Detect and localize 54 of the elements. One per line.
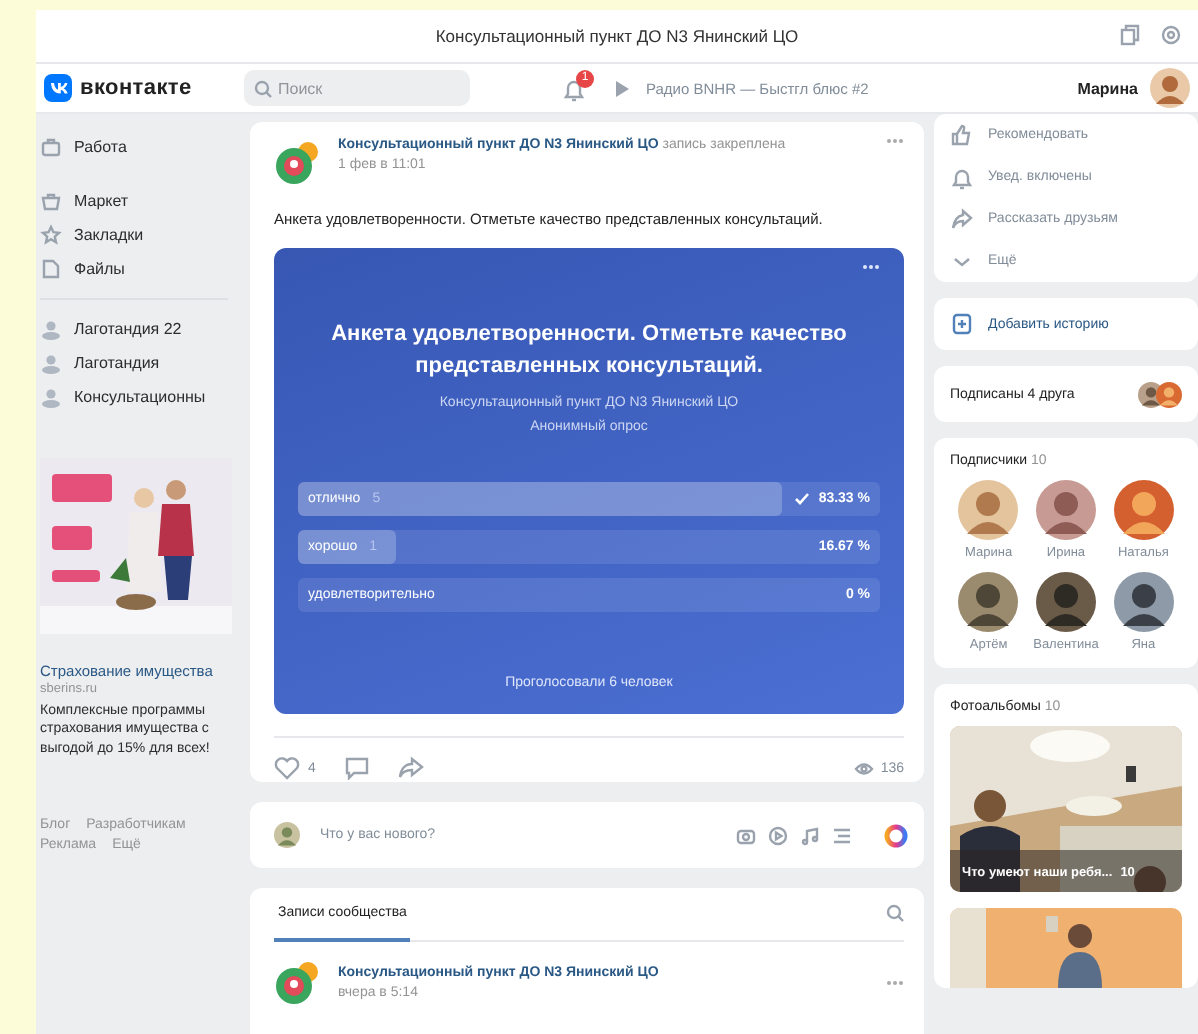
sidebar-item[interactable]: Лаготандия 22 (40, 312, 240, 346)
share-icon (950, 207, 974, 231)
play-icon[interactable] (614, 79, 630, 97)
group-icon (40, 352, 62, 374)
bell-icon[interactable] (562, 75, 586, 101)
sidebar-item[interactable]: Консультационны (40, 380, 240, 414)
subscriber-avatar (1113, 572, 1174, 632)
user-avatar (274, 822, 300, 848)
more-icon[interactable] (886, 979, 904, 985)
music-icon[interactable] (800, 825, 820, 845)
group-icon (40, 318, 62, 340)
search-icon (254, 79, 272, 97)
star-icon (40, 224, 62, 246)
logo-text[interactable]: вконтакте (80, 76, 192, 100)
eye-icon (854, 761, 875, 775)
copy-icon[interactable] (1120, 24, 1140, 46)
logo-icon[interactable] (44, 74, 72, 102)
add-story-icon (950, 312, 974, 336)
settings-icon[interactable] (1160, 24, 1182, 46)
color-wheel-icon[interactable] (884, 823, 908, 847)
user-name[interactable]: Марина (1077, 79, 1138, 97)
user-avatar (1150, 68, 1190, 108)
subscriber-avatar (958, 572, 1019, 632)
thumb-icon (950, 123, 974, 147)
group-avatar (274, 138, 322, 186)
subscriber-avatar (1035, 480, 1096, 540)
briefcase-icon (40, 136, 62, 158)
more-icon[interactable] (886, 138, 904, 144)
list-icon[interactable] (832, 825, 852, 845)
sidebar-item[interactable]: Маркет (40, 184, 240, 218)
video-icon[interactable] (768, 825, 788, 845)
friend-avatar (1156, 381, 1182, 407)
sidebar-item[interactable]: Работа (40, 130, 240, 164)
bell-icon (950, 165, 974, 189)
heart-icon[interactable] (274, 756, 300, 780)
bag-icon (40, 190, 62, 212)
search-icon[interactable] (886, 904, 904, 922)
group-avatar (274, 958, 322, 1006)
subscriber-avatar (1113, 480, 1174, 540)
check-icon (794, 491, 811, 506)
window-title: Консультационный пункт ДО N3 Янинский ЦО (435, 26, 799, 46)
more-icon[interactable] (862, 264, 880, 270)
poll-title: Анкета удовлетворенности. Отметьте качество представленных консультаций. (329, 320, 849, 382)
sidebar-item[interactable]: Закладки (40, 218, 240, 252)
file-icon (40, 258, 62, 280)
group-icon (40, 386, 62, 408)
search-field[interactable]: Поиск (244, 70, 470, 106)
camera-icon[interactable] (736, 825, 756, 845)
comment-icon[interactable] (343, 756, 370, 780)
subscriber-avatar (1035, 572, 1096, 632)
sidebar-item[interactable]: Файлы (40, 252, 240, 286)
share-icon[interactable] (397, 756, 424, 780)
subscriber-avatar (958, 480, 1019, 540)
sidebar-item[interactable]: Лаготандия (40, 346, 240, 380)
